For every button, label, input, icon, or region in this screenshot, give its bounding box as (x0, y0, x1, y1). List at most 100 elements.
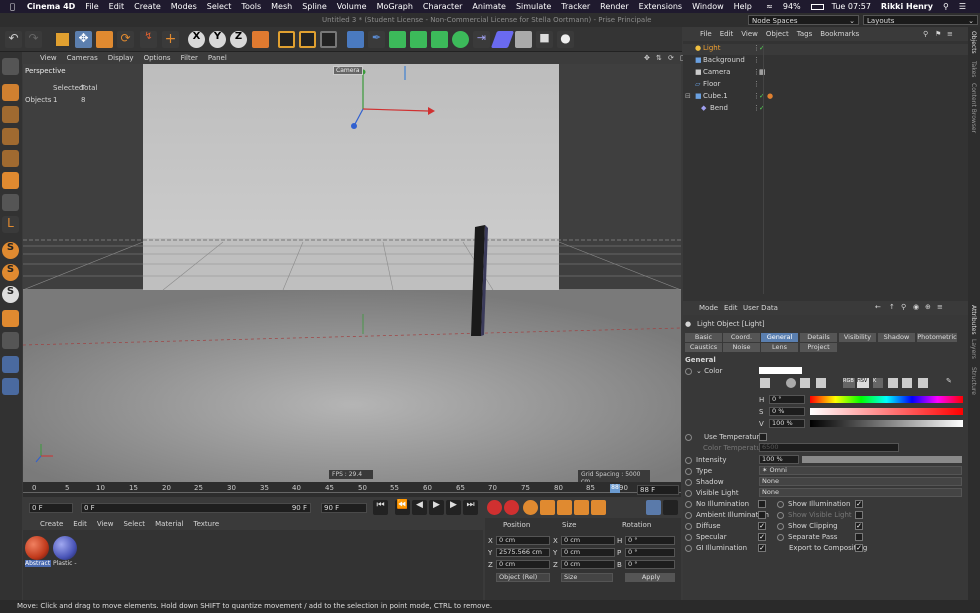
menu-select[interactable]: Select (207, 2, 232, 11)
export-compositing-checkbox[interactable]: ✓ (855, 544, 863, 552)
tab-lens[interactable]: Lens (761, 343, 798, 352)
tab-shadow[interactable]: Shadow (878, 333, 915, 342)
mat-menu-select[interactable]: Select (123, 520, 145, 528)
color-wheel-icon[interactable] (786, 378, 796, 388)
move-tool-icon[interactable]: ✥ (75, 31, 92, 48)
kelvin-mode-icon[interactable]: K (873, 378, 883, 388)
viewport-menu-options[interactable]: Options (144, 54, 171, 62)
autokey-icon[interactable] (504, 500, 519, 515)
undo-icon[interactable]: ↶ (5, 31, 22, 48)
current-frame-field[interactable]: 88 F (637, 485, 679, 495)
show-illumination-checkbox[interactable]: ✓ (855, 500, 863, 508)
side-tab-structure[interactable]: Structure (970, 367, 977, 395)
tab-general[interactable]: General (761, 333, 798, 342)
material-tag-icon[interactable]: ● (767, 92, 773, 100)
value-slider[interactable] (810, 420, 963, 427)
previous-frame-icon[interactable]: ◀ (412, 500, 427, 515)
add-icon[interactable]: + (162, 31, 179, 48)
menu-edit[interactable]: Edit (109, 2, 125, 11)
go-to-end-icon[interactable]: ⏭ (463, 500, 478, 515)
snap-settings-icon[interactable]: S (2, 264, 19, 281)
position-z-field[interactable]: 0 cm (496, 560, 550, 569)
object-row-floor[interactable]: ▱ Floor ⋮ (683, 80, 968, 91)
snap-icon[interactable]: S (2, 242, 19, 259)
attr-menu-userdata[interactable]: User Data (743, 304, 778, 312)
use-temperature-checkbox[interactable] (759, 433, 767, 441)
viewport-menu-display[interactable]: Display (108, 54, 134, 62)
render-view-icon[interactable] (278, 31, 295, 48)
mat-menu-create[interactable]: Create (40, 520, 63, 528)
hue-field[interactable]: 0 ° (769, 395, 805, 404)
viewport-menu-panel[interactable]: Panel (208, 54, 227, 62)
mat-menu-view[interactable]: View (97, 520, 114, 528)
mat-menu-texture[interactable]: Texture (194, 520, 220, 528)
tab-project[interactable]: Project (800, 343, 837, 352)
menu-volume[interactable]: Volume (337, 2, 367, 11)
deformer-icon[interactable]: ⇥ (473, 31, 490, 48)
move-view-icon[interactable]: ✥ (644, 54, 650, 62)
recent-tools-icon[interactable]: ↯ (140, 31, 157, 48)
rotation-b-field[interactable]: 0 ° (625, 560, 675, 569)
lock-icon[interactable]: ◉ (913, 303, 919, 311)
shadow-dropdown[interactable]: None (759, 477, 962, 486)
timeline-ruler[interactable]: 0 5 10 15 20 25 30 35 40 45 50 55 60 65 … (23, 482, 681, 497)
menu-more-icon[interactable] (663, 500, 678, 515)
tab-basic[interactable]: Basic (685, 333, 722, 342)
rotate-view-icon[interactable]: ⟳ (668, 54, 674, 62)
menu-animate[interactable]: Animate (472, 2, 506, 11)
no-illumination-checkbox[interactable] (758, 500, 766, 508)
up-arrow-icon[interactable]: ↑ (889, 303, 895, 311)
object-row-light[interactable]: ● Light ⋮ ✓ (683, 44, 968, 55)
menu-icon[interactable]: ≡ (937, 303, 943, 311)
next-frame-icon[interactable]: ▶ (446, 500, 461, 515)
size-mode-dropdown[interactable]: Size (561, 573, 613, 582)
menu-file[interactable]: File (85, 2, 98, 11)
texture-mode-icon[interactable] (2, 106, 19, 123)
animate-dot-icon[interactable] (685, 367, 692, 375)
side-tab-takes[interactable]: Takes (970, 61, 977, 77)
menu-character[interactable]: Character (423, 2, 463, 11)
object-row-camera[interactable]: ■ Camera ⋮ ▦ (683, 68, 968, 79)
y-axis-lock-icon[interactable]: Y (209, 31, 226, 48)
menu-simulate[interactable]: Simulate (516, 2, 551, 11)
coordinate-system-icon[interactable] (252, 31, 269, 48)
quantize-icon[interactable]: S (2, 286, 19, 303)
model-mode-icon[interactable] (2, 84, 19, 101)
visible-light-dropdown[interactable]: None (759, 488, 962, 497)
object-row-background[interactable]: ■ Background ⋮ (683, 56, 968, 67)
obj-menu-view[interactable]: View (741, 30, 758, 38)
menu-spline[interactable]: Spline (302, 2, 327, 11)
extrude-icon[interactable] (410, 31, 427, 48)
play-icon[interactable]: ▶ (429, 500, 444, 515)
obj-menu-edit[interactable]: Edit (720, 30, 734, 38)
menu-mograph[interactable]: MoGraph (377, 2, 413, 11)
menu-extensions[interactable]: Extensions (639, 2, 682, 11)
battery-icon[interactable] (810, 3, 824, 10)
key-parameter-icon[interactable] (591, 500, 606, 515)
mixer-icon[interactable] (888, 378, 898, 388)
cloner-icon[interactable] (431, 31, 448, 48)
animate-dot-icon[interactable] (685, 511, 692, 519)
mat-menu-material[interactable]: Material (155, 520, 183, 528)
animate-dot-icon[interactable] (685, 478, 692, 486)
size-z-field[interactable]: 0 cm (561, 560, 615, 569)
layouts-dropdown[interactable]: Layouts ⌄ (863, 15, 978, 25)
grid-swatch-icon[interactable] (918, 378, 928, 388)
animate-dot-icon[interactable] (685, 489, 692, 497)
render-to-picture-viewer-icon[interactable] (299, 31, 316, 48)
search-icon[interactable]: ⚲ (901, 303, 906, 311)
menu-render[interactable]: Render (600, 2, 628, 11)
attr-menu-mode[interactable]: Mode (699, 304, 718, 312)
sculpt-icon[interactable] (2, 332, 19, 349)
subdivision-surface-icon[interactable] (389, 31, 406, 48)
animate-dot-icon[interactable] (777, 500, 784, 508)
add-icon[interactable]: ⊕ (925, 303, 931, 311)
animate-dot-icon[interactable] (685, 433, 692, 441)
camera-icon[interactable]: ■ (536, 31, 553, 48)
menu-window[interactable]: Window (692, 2, 724, 11)
scale-tool-icon[interactable] (96, 31, 113, 48)
side-tab-objects[interactable]: Objects (970, 31, 977, 54)
keyframe-selection-icon[interactable] (523, 500, 538, 515)
tab-coord[interactable]: Coord. (723, 333, 760, 342)
camera-tag[interactable]: Camera (333, 66, 363, 75)
